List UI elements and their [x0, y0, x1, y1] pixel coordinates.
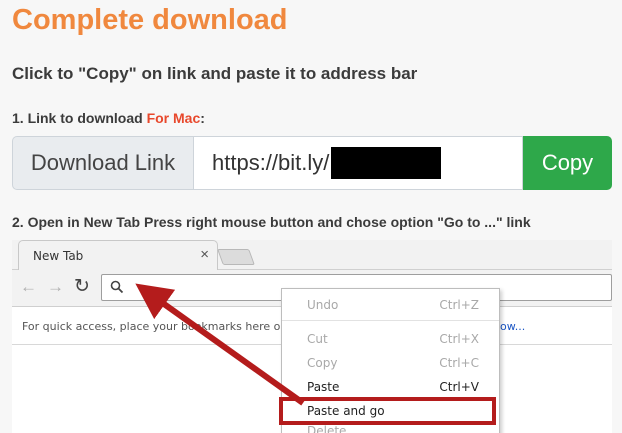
- browser-tab[interactable]: New Tab ×: [18, 240, 218, 271]
- download-link-label: Download Link: [12, 136, 193, 190]
- instruction-subtitle: Click to "Copy" on link and paste it to …: [12, 64, 418, 83]
- bookmarks-hint-link[interactable]: ow...: [500, 320, 525, 333]
- step-1-suffix: :: [200, 110, 205, 126]
- menu-item-label: Delete: [307, 424, 347, 433]
- download-url-field[interactable]: https://bit.ly/: [193, 136, 523, 190]
- browser-tab-label: New Tab: [33, 249, 84, 263]
- menu-item-cut[interactable]: Cut Ctrl+X: [282, 328, 499, 350]
- search-icon: [110, 280, 124, 294]
- back-arrow-icon[interactable]: ←: [20, 277, 37, 297]
- new-tab-button[interactable]: [217, 249, 255, 265]
- menu-item-shortcut: Ctrl+V: [439, 380, 479, 394]
- step-1-label: 1. Link to download For Mac:: [12, 110, 205, 126]
- reload-icon[interactable]: ↻: [74, 275, 90, 298]
- menu-item-label: Undo: [307, 298, 339, 312]
- close-icon[interactable]: ×: [200, 246, 209, 263]
- platform-mac-label: For Mac: [146, 110, 201, 126]
- redacted-block: [331, 147, 442, 179]
- download-url-text: https://bit.ly/: [212, 150, 330, 175]
- page-title: Complete download: [12, 4, 288, 36]
- menu-item-label: Paste: [307, 380, 340, 394]
- forward-arrow-icon[interactable]: →: [47, 277, 64, 297]
- bookmarks-hint-text: For quick access, place your bookmarks h…: [22, 320, 296, 333]
- copy-button[interactable]: Copy: [523, 136, 612, 190]
- download-link-group: Download Link https://bit.ly/ Copy: [12, 136, 612, 190]
- step-2-label: 2. Open in New Tab Press right mouse but…: [12, 214, 531, 230]
- menu-item-paste[interactable]: Paste Ctrl+V: [282, 376, 499, 398]
- menu-item-shortcut: Ctrl+C: [439, 356, 479, 370]
- menu-item-shortcut: Ctrl+Z: [439, 298, 479, 312]
- menu-item-copy[interactable]: Copy Ctrl+C: [282, 352, 499, 374]
- menu-separator: [282, 320, 499, 321]
- menu-item-delete[interactable]: Delete: [282, 424, 499, 433]
- step-1-prefix: 1. Link to download: [12, 110, 147, 126]
- menu-item-label: Copy: [307, 356, 338, 370]
- menu-item-label: Cut: [307, 332, 328, 346]
- menu-item-shortcut: Ctrl+X: [439, 332, 479, 346]
- browser-tab-bar: New Tab ×: [12, 240, 612, 271]
- menu-item-undo[interactable]: Undo Ctrl+Z: [282, 294, 499, 316]
- paste-and-go-highlight: [279, 397, 496, 425]
